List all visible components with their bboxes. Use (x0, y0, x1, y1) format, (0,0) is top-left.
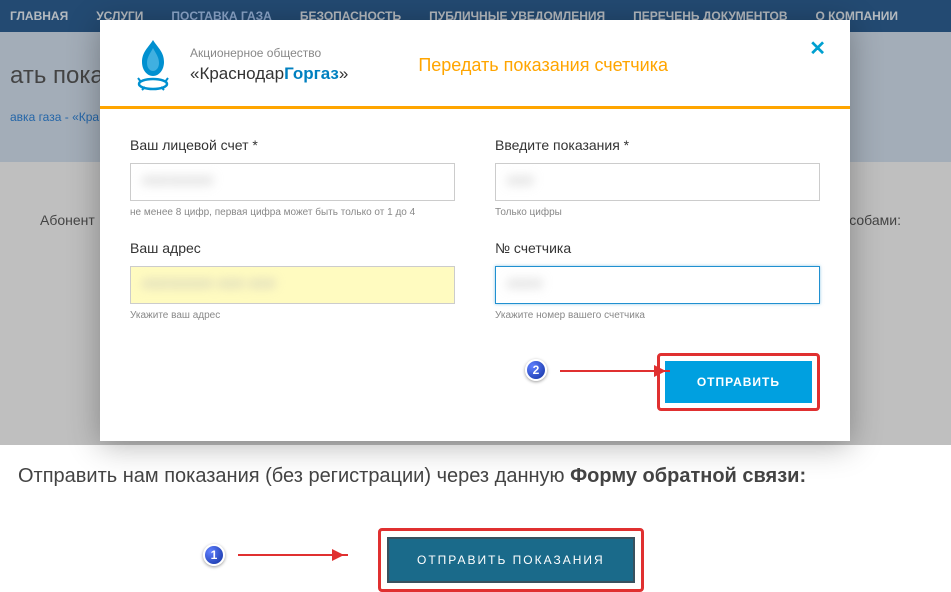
highlight-box-2: ОТПРАВИТЬ (657, 353, 820, 411)
account-hint: не менее 8 цифр, первая цифра может быть… (130, 207, 455, 218)
address-hint: Укажите ваш адрес (130, 310, 455, 321)
step-badge-1: 1 (203, 544, 225, 566)
modal-body: Ваш лицевой счет * ######## не менее 8 ц… (100, 137, 850, 441)
address-label: Ваш адрес (130, 240, 455, 256)
reading-hint: Только цифры (495, 207, 820, 218)
meter-input[interactable] (495, 266, 820, 304)
reading-input[interactable] (495, 163, 820, 201)
step-badge-2: 2 (525, 359, 547, 381)
highlight-box-1: ОТПРАВИТЬ ПОКАЗАНИЯ (378, 528, 644, 592)
divider (100, 106, 850, 109)
readings-modal: Акционерное общество «КраснодарГоргаз» П… (100, 20, 850, 441)
modal-header: Акционерное общество «КраснодарГоргаз» П… (100, 20, 850, 106)
flame-logo-icon (130, 38, 176, 92)
account-label: Ваш лицевой счет * (130, 137, 455, 153)
send-readings-button[interactable]: ОТПРАВИТЬ ПОКАЗАНИЯ (387, 537, 635, 583)
arrow-2 (560, 370, 670, 372)
submit-button[interactable]: ОТПРАВИТЬ (665, 361, 812, 403)
company-name: «КраснодарГоргаз» (190, 64, 348, 84)
company-name-block: Акционерное общество «КраснодарГоргаз» (190, 46, 348, 84)
modal-title: Передать показания счетчика (418, 55, 668, 76)
reading-label: Введите показания * (495, 137, 820, 153)
arrow-1 (238, 554, 348, 556)
modal-footer: 2 ОТПРАВИТЬ (130, 343, 820, 411)
close-icon[interactable]: ✕ (809, 36, 826, 61)
content-below-modal: Отправить нам показания (без регистрации… (0, 445, 951, 589)
company-subtitle: Акционерное общество (190, 46, 348, 60)
meter-label: № счетчика (495, 240, 820, 256)
send-readings-wrapper: 1 ОТПРАВИТЬ ПОКАЗАНИЯ (378, 528, 644, 592)
meter-hint: Укажите номер вашего счетчика (495, 310, 820, 321)
instruction-text: Отправить нам показания (без регистрации… (18, 465, 933, 488)
